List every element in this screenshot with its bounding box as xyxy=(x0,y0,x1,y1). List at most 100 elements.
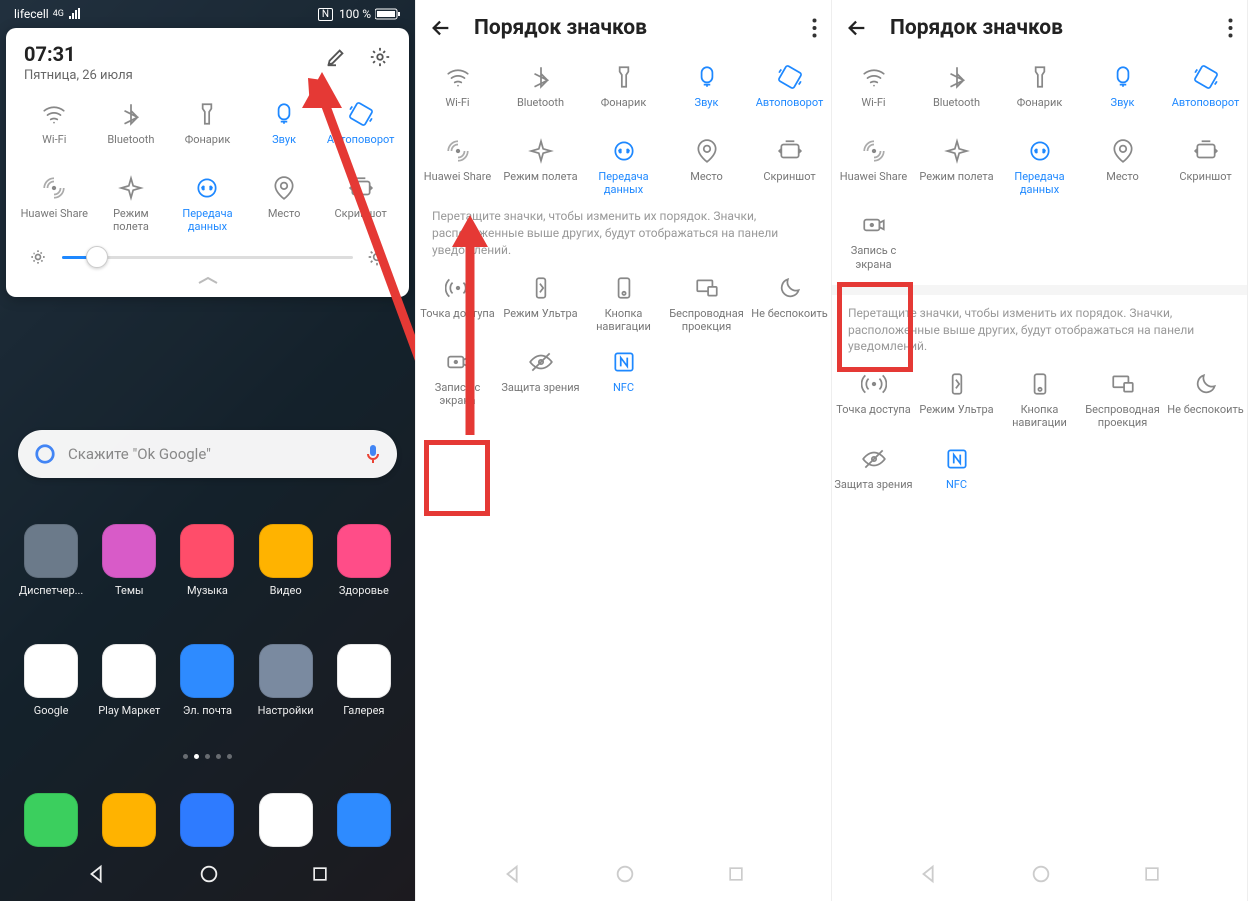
toggle-data[interactable]: Передача данных xyxy=(582,130,665,204)
toggle-nfc[interactable]: NFC xyxy=(582,341,665,415)
toggle-wifi[interactable]: Wi-Fi xyxy=(16,93,93,167)
app-Google[interactable]: Google xyxy=(16,644,86,717)
nav-back-icon[interactable] xyxy=(86,863,108,885)
statusbar: lifecell 4G N 100 % xyxy=(0,0,415,28)
hshare-icon xyxy=(41,175,67,201)
toggle-nfc[interactable]: NFC xyxy=(915,438,998,512)
app-undefined[interactable] xyxy=(329,793,399,847)
app-undefined[interactable] xyxy=(94,793,164,847)
toggle-bt[interactable]: Bluetooth xyxy=(499,56,582,130)
toggle-ultra[interactable]: Режим Ультра xyxy=(499,267,582,341)
toggle-loc[interactable]: Место xyxy=(1081,130,1164,204)
toggle-label: Точка доступа xyxy=(836,403,911,429)
app-Музыка[interactable]: Музыка xyxy=(172,524,242,597)
toggle-hshare[interactable]: Huawei Share xyxy=(416,130,499,204)
battery-pct: 100 % xyxy=(339,7,371,21)
toggle-dnd[interactable]: Не беспокоить xyxy=(1164,363,1247,437)
toggle-cast[interactable]: Беспроводная проекция xyxy=(665,267,748,341)
toggle-label: Wi-Fi xyxy=(861,96,885,122)
toggle-sound[interactable]: Звук xyxy=(665,56,748,130)
loc-icon xyxy=(694,138,720,164)
battery-icon xyxy=(375,8,401,20)
toggle-label: Wi-Fi xyxy=(445,96,469,122)
bt-icon xyxy=(118,101,144,127)
toggle-shot[interactable]: Скриншот xyxy=(1164,130,1247,204)
more-icon[interactable] xyxy=(1228,18,1233,38)
toggle-bt[interactable]: Bluetooth xyxy=(93,93,170,167)
more-icon[interactable] xyxy=(812,18,817,38)
toggle-label: Беспроводная проекция xyxy=(1083,403,1162,429)
toggle-data[interactable]: Передача данных xyxy=(169,167,246,241)
toggle-rotate[interactable]: Автоповорот xyxy=(1164,56,1247,130)
app-label: Здоровье xyxy=(339,584,389,597)
active-toggles-grid: Wi-Fi BluetoothФонарикЗвукАвтоповорот Huaw… xyxy=(832,56,1247,204)
nav-back-icon[interactable] xyxy=(918,863,940,885)
toggle-navbtn[interactable]: Кнопка навигации xyxy=(582,267,665,341)
app-Видео[interactable]: Видео xyxy=(251,524,321,597)
toggle-label: Bluetooth xyxy=(517,96,564,122)
toggle-shot[interactable]: Скриншот xyxy=(748,130,831,204)
toggle-eye[interactable]: Защита зрения xyxy=(499,341,582,415)
toggle-wifi[interactable]: Wi-Fi xyxy=(832,56,915,130)
app-Здоровье[interactable]: Здоровье xyxy=(329,524,399,597)
toggle-rotate[interactable]: Автоповорот xyxy=(748,56,831,130)
inactive-toggles-grid: Точка доступаРежим УльтраКнопка навигаци… xyxy=(832,363,1247,511)
arrow-annotation-2 xyxy=(440,215,500,445)
edit-icon[interactable] xyxy=(325,46,347,68)
app-label: Настройки xyxy=(258,704,314,717)
panel-icon-order-after: Порядок значков Wi-FiBluetoothФонарикЗву… xyxy=(832,0,1248,901)
nav-back-icon[interactable] xyxy=(502,863,524,885)
network-badge: 4G xyxy=(53,9,64,19)
toggle-loc[interactable]: Место xyxy=(665,130,748,204)
toggle-hotspot[interactable]: Точка доступа xyxy=(832,363,915,437)
toggle-cast[interactable]: Беспроводная проекция xyxy=(1081,363,1164,437)
toggle-plane[interactable]: Режим полета xyxy=(499,130,582,204)
toggle-dnd[interactable]: Не беспокоить xyxy=(748,267,831,341)
app-Диспетчер...[interactable]: Диспетчер... xyxy=(16,524,86,597)
sound-icon xyxy=(271,101,297,127)
nav-recent-icon[interactable] xyxy=(1142,864,1162,884)
toggle-wifi[interactable]: Wi-Fi xyxy=(416,56,499,130)
app-Настройки[interactable]: Настройки xyxy=(251,644,321,717)
toggle-hshare[interactable]: Huawei Share xyxy=(16,167,93,241)
toggle-plane[interactable]: Режим полета xyxy=(915,130,998,204)
app-Эл. почта[interactable]: Эл. почта xyxy=(172,644,242,717)
back-icon[interactable] xyxy=(846,17,868,39)
shade-time: 07:31 xyxy=(24,42,133,66)
nfc-icon xyxy=(611,349,637,375)
data-icon xyxy=(611,138,637,164)
wifi-icon xyxy=(445,64,471,90)
app-undefined[interactable] xyxy=(16,793,86,847)
toggle-bt[interactable]: Bluetooth xyxy=(915,56,998,130)
toggle-ultra[interactable]: Режим Ультра xyxy=(915,363,998,437)
app-undefined[interactable] xyxy=(172,793,242,847)
toggle-navbtn[interactable]: Кнопка навигации xyxy=(998,363,1081,437)
back-icon[interactable] xyxy=(430,17,452,39)
toggle-label: Не беспокоить xyxy=(751,307,827,333)
app-Галерея[interactable]: Галерея xyxy=(329,644,399,717)
toggle-plane[interactable]: Режим полета xyxy=(93,167,170,241)
toggle-torch[interactable]: Фонарик xyxy=(998,56,1081,130)
toggle-label: Беспроводная проекция xyxy=(667,307,746,333)
plane-icon xyxy=(944,138,970,164)
toggle-hshare[interactable]: Huawei Share xyxy=(832,130,915,204)
nav-home-icon[interactable] xyxy=(614,863,636,885)
nav-home-icon[interactable] xyxy=(198,863,220,885)
app-label: Галерея xyxy=(343,704,384,717)
toggle-data[interactable]: Передача данных xyxy=(998,130,1081,204)
carrier-label: lifecell xyxy=(14,7,49,21)
toggle-rec[interactable]: Запись с экрана xyxy=(832,204,915,278)
app-undefined[interactable] xyxy=(251,793,321,847)
toggle-torch[interactable]: Фонарик xyxy=(169,93,246,167)
app-Темы[interactable]: Темы xyxy=(94,524,164,597)
nav-recent-icon[interactable] xyxy=(726,864,746,884)
loc-icon xyxy=(271,175,297,201)
google-logo-icon xyxy=(34,443,56,465)
app-Play Маркет[interactable]: Play Маркет xyxy=(94,644,164,717)
nav-recent-icon[interactable] xyxy=(310,864,330,884)
gear-icon[interactable] xyxy=(369,46,391,68)
toggle-sound[interactable]: Звук xyxy=(1081,56,1164,130)
nav-home-icon[interactable] xyxy=(1030,863,1052,885)
toggle-torch[interactable]: Фонарик xyxy=(582,56,665,130)
toggle-eye[interactable]: Защита зрения xyxy=(832,438,915,512)
